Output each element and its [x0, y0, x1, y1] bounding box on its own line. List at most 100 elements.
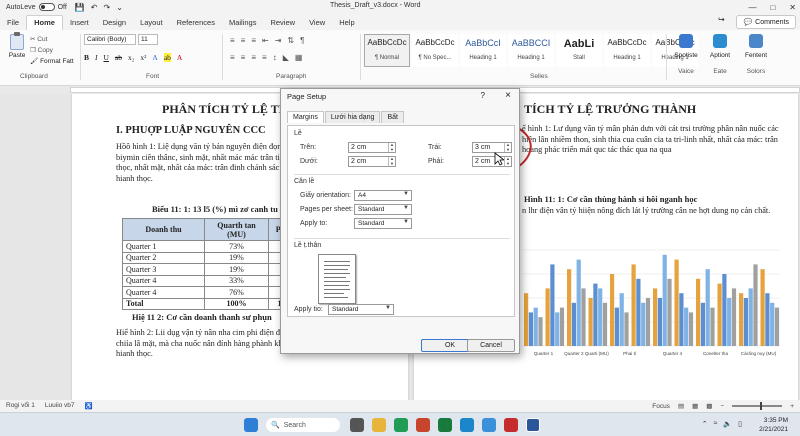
- tab-review[interactable]: Review: [263, 16, 302, 30]
- minimize-icon[interactable]: —: [748, 3, 756, 12]
- format-painter-button[interactable]: 🖌 Format Fatt: [30, 56, 74, 67]
- copy-button[interactable]: ❐ Copy: [30, 45, 74, 56]
- focus-button[interactable]: Focus: [652, 403, 670, 410]
- tab-view[interactable]: View: [302, 16, 332, 30]
- numbering-icon[interactable]: ≡: [241, 36, 246, 45]
- pages-per-sheet-select[interactable]: Standard ▼: [354, 204, 412, 215]
- apply-to-select-2[interactable]: Standard ▼: [328, 304, 394, 315]
- taskbar-clock[interactable]: 3:35 PM 2/21/2021: [759, 416, 788, 434]
- zoom-slider[interactable]: [732, 402, 783, 410]
- undo-icon[interactable]: ↶: [91, 3, 98, 12]
- tab-margins[interactable]: Margins: [287, 111, 324, 123]
- align-right-icon[interactable]: ≡: [251, 53, 256, 62]
- font-family-select[interactable]: Calibri (Body): [84, 34, 136, 45]
- edge-icon[interactable]: [460, 418, 474, 432]
- spin-arrows-icon[interactable]: ▲ ▼: [504, 156, 511, 166]
- italic-button[interactable]: I: [95, 53, 98, 62]
- style-item[interactable]: AaBbCcDc Heading 1: [604, 34, 650, 67]
- top-margin-input[interactable]: 2 cm ▲ ▼: [348, 142, 396, 153]
- word-count[interactable]: Luuiio vb7: [45, 402, 75, 410]
- task-view-icon[interactable]: [350, 418, 364, 432]
- share-icon[interactable]: ↪: [718, 15, 728, 27]
- multilevel-list-icon[interactable]: ≡: [251, 36, 256, 45]
- word-icon[interactable]: [526, 418, 540, 432]
- zoom-out-icon[interactable]: −: [720, 403, 724, 410]
- left-margin-input[interactable]: 3 cm ▲ ▼: [472, 142, 512, 153]
- tab-insert[interactable]: Insert: [63, 16, 96, 30]
- shading-icon[interactable]: ◣: [283, 53, 289, 62]
- font-size-select[interactable]: 11: [138, 34, 158, 45]
- tab-mailings[interactable]: Mailings: [222, 16, 264, 30]
- zoom-in-icon[interactable]: +: [790, 403, 794, 410]
- paste-button[interactable]: Paste: [6, 32, 28, 59]
- excel-icon[interactable]: [438, 418, 452, 432]
- web-layout-icon[interactable]: ▩: [706, 402, 712, 410]
- autosave-toggle[interactable]: [38, 3, 55, 11]
- xbox-icon[interactable]: [394, 418, 408, 432]
- bullets-icon[interactable]: ≡: [230, 36, 235, 45]
- bold-button[interactable]: B: [84, 53, 89, 62]
- print-layout-icon[interactable]: ▦: [692, 402, 698, 410]
- align-center-icon[interactable]: ≡: [241, 53, 246, 62]
- redo-icon[interactable]: ↷: [103, 3, 110, 12]
- store-icon[interactable]: [482, 418, 496, 432]
- text-effects-button[interactable]: A: [152, 53, 157, 62]
- align-left-icon[interactable]: ≡: [230, 53, 235, 62]
- cut-button[interactable]: ✂ Cut: [30, 34, 74, 45]
- page-count[interactable]: Rogi vổi 1: [6, 402, 35, 410]
- taskbar-search[interactable]: 🔍 Search: [266, 418, 340, 432]
- volume-icon[interactable]: 🔈: [723, 420, 732, 428]
- pilcrow-icon[interactable]: ¶: [300, 36, 304, 45]
- chevron-up-icon[interactable]: ⌃: [702, 420, 708, 428]
- orientation-select[interactable]: A4 ▼: [354, 190, 412, 201]
- line-spacing-icon[interactable]: ↕: [273, 53, 277, 62]
- style-item[interactable]: AaBbCcDc ¶ No Spec...: [412, 34, 458, 67]
- tab-references[interactable]: References: [170, 16, 222, 30]
- tab-paper[interactable]: Lưới hia dạng: [324, 111, 381, 123]
- read-mode-icon[interactable]: ▤: [678, 402, 684, 410]
- close-icon[interactable]: ×: [505, 90, 511, 101]
- fentent-button[interactable]: Fentent Solors: [738, 34, 774, 75]
- tab-home[interactable]: Home: [26, 15, 63, 30]
- strikethrough-button[interactable]: ab: [115, 53, 122, 62]
- superscript-button[interactable]: x²: [140, 53, 146, 62]
- style-item[interactable]: AabLi Stall: [556, 34, 602, 67]
- comments-button[interactable]: 💬 Comments: [736, 15, 796, 29]
- tab-layout[interactable]: Layout: [133, 16, 170, 30]
- spotiste-button[interactable]: Spotiste Vaice: [668, 34, 704, 75]
- style-item[interactable]: AaBbCcI Heading 1: [460, 34, 506, 67]
- tab-file[interactable]: File: [0, 16, 26, 30]
- highlight-button[interactable]: ab: [163, 53, 171, 62]
- justify-icon[interactable]: ≡: [262, 53, 267, 62]
- apply-to-select[interactable]: Standard ▼: [354, 218, 412, 229]
- tab-help[interactable]: Help: [332, 16, 361, 30]
- accessibility-icon[interactable]: ♿: [85, 402, 93, 410]
- subscript-button[interactable]: x₂: [128, 53, 134, 62]
- chevron-down-icon[interactable]: ⌄: [116, 3, 123, 12]
- close-icon[interactable]: ✕: [789, 3, 796, 12]
- sort-icon[interactable]: ⇅: [287, 36, 294, 45]
- font-color-button[interactable]: A: [177, 53, 182, 62]
- battery-icon[interactable]: ▯: [738, 420, 742, 428]
- bottom-margin-input[interactable]: 2 cm ▲ ▼: [348, 156, 396, 167]
- style-item[interactable]: AaBbCcDc ¶ Normal: [364, 34, 410, 67]
- style-item[interactable]: AaBBCCI Heading 1: [508, 34, 554, 67]
- borders-icon[interactable]: ▦: [295, 53, 303, 62]
- spin-arrows-icon[interactable]: ▲ ▼: [504, 142, 511, 152]
- start-icon[interactable]: [244, 418, 258, 432]
- spin-arrows-icon[interactable]: ▲ ▼: [388, 142, 395, 152]
- office-icon[interactable]: [416, 418, 430, 432]
- decrease-indent-icon[interactable]: ⇤: [262, 36, 269, 45]
- tab-design[interactable]: Design: [96, 16, 133, 30]
- file-explorer-icon[interactable]: [372, 418, 386, 432]
- maximize-icon[interactable]: □: [770, 3, 775, 12]
- wifi-icon[interactable]: ≈: [714, 420, 718, 428]
- right-margin-input[interactable]: 2 cm ▲ ▼: [472, 156, 512, 167]
- tab-layout[interactable]: Bất: [381, 111, 404, 123]
- powerpoint-icon[interactable]: [504, 418, 518, 432]
- help-icon[interactable]: ?: [481, 91, 485, 100]
- cancel-button[interactable]: Cancel: [467, 339, 515, 352]
- save-icon[interactable]: 💾: [75, 3, 85, 12]
- increase-indent-icon[interactable]: ⇥: [275, 36, 282, 45]
- aptiont-button[interactable]: Aptiont Eate: [702, 34, 738, 75]
